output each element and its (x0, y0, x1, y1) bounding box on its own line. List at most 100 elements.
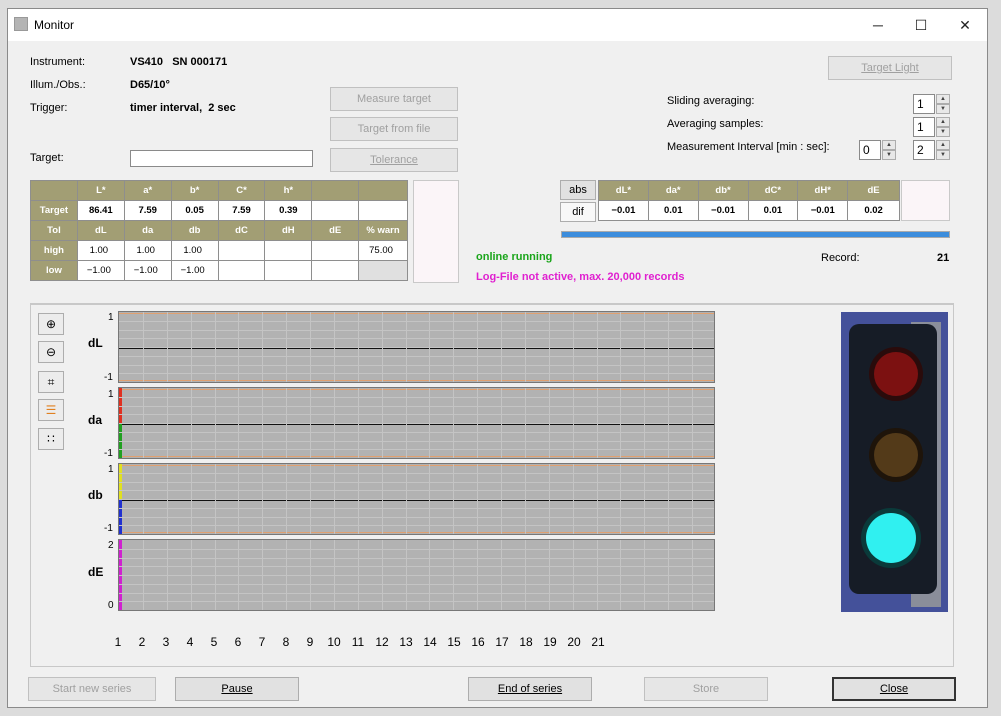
grid-line (119, 482, 714, 483)
db-ymin: -1 (104, 523, 113, 534)
table-cell: high (30, 240, 78, 261)
monitor-window: Monitor ─ ☐ ✕ Instrument: VS410 SN 00017… (7, 8, 988, 708)
target-from-file-button[interactable]: Target from file (330, 117, 458, 141)
table-cell[interactable] (217, 260, 266, 281)
grid-line (119, 347, 714, 348)
record-label: Record: (821, 252, 860, 264)
zoom-in-icon[interactable]: ⊕ (38, 313, 64, 335)
target-row: Target 86.41 7.59 0.05 7.59 0.39 (30, 200, 408, 221)
x-tick-label: 13 (399, 635, 413, 649)
table-cell: h* (264, 180, 313, 201)
table-cell[interactable]: 1.00 (123, 240, 172, 261)
tolerance-button[interactable]: Tolerance (330, 148, 458, 172)
table-cell[interactable]: 1.00 (170, 240, 219, 261)
table-cell: b* (170, 180, 219, 201)
spin-up-icon[interactable]: ▲ (936, 94, 950, 104)
upper-limit-line (119, 465, 714, 466)
averaging-samples-label: Averaging samples: (667, 118, 764, 130)
target-light-button[interactable]: Target Light (828, 56, 952, 80)
table-cell: % warn (358, 220, 408, 241)
table-cell: 0.01 (747, 200, 799, 221)
target-input[interactable] (130, 150, 313, 167)
x-tick-label: 15 (447, 635, 461, 649)
table-cell[interactable]: −1.00 (170, 260, 219, 281)
table-cell[interactable] (311, 260, 360, 281)
abs-button[interactable]: abs (560, 180, 596, 200)
zoom-out-icon[interactable]: ⊖ (38, 341, 64, 363)
low-row: low −1.00 −1.00 −1.00 (30, 260, 408, 281)
grid-line (119, 406, 714, 407)
x-tick-label: 8 (282, 635, 290, 649)
table-cell: da* (647, 180, 699, 201)
table-cell: dL* (598, 180, 649, 201)
table-cell[interactable]: 1.00 (76, 240, 125, 261)
spin-up-icon[interactable]: ▲ (936, 117, 950, 127)
table-cell[interactable] (264, 260, 313, 281)
progress-bar (561, 231, 950, 238)
spin-down-icon[interactable]: ▼ (936, 127, 950, 137)
table-cell[interactable]: 75.00 (358, 240, 408, 261)
interval-min-value[interactable]: 0 (859, 140, 881, 160)
zero-line (119, 424, 714, 425)
table-cell: Target (30, 200, 78, 221)
grid-line (119, 508, 714, 509)
table-cell[interactable] (311, 240, 360, 261)
dots-icon[interactable]: ∷ (38, 428, 64, 450)
da-ymin: -1 (104, 448, 113, 459)
minimize-button[interactable]: ─ (855, 9, 901, 41)
tol-header-row: Tol dL da db dC dH dE % warn (30, 220, 408, 241)
spin-up-icon[interactable]: ▲ (882, 140, 896, 150)
grid-line (119, 373, 714, 374)
grid-line (119, 432, 714, 433)
lines-icon[interactable]: ☰ (38, 399, 64, 421)
store-button[interactable]: Store (644, 677, 768, 701)
start-new-series-button[interactable]: Start new series (28, 677, 156, 701)
crop-icon[interactable]: ⌗ (38, 371, 64, 393)
lower-limit-line (119, 380, 714, 381)
spin-up-icon[interactable]: ▲ (936, 140, 950, 150)
x-tick-label: 20 (567, 635, 581, 649)
table-cell[interactable]: −1.00 (123, 260, 172, 281)
table-cell[interactable] (264, 240, 313, 261)
pause-button[interactable]: Pause (175, 677, 299, 701)
table-cell[interactable] (217, 240, 266, 261)
table-cell: −0.01 (797, 200, 849, 221)
maximize-button[interactable]: ☐ (898, 9, 944, 41)
sliding-averaging-value[interactable]: 1 (913, 94, 935, 114)
table-cell: L* (76, 180, 125, 201)
table-cell: db* (697, 180, 749, 201)
grid-line (119, 338, 714, 339)
close-button[interactable]: Close (832, 677, 956, 701)
x-tick-label: 16 (471, 635, 485, 649)
interval-sec-value[interactable]: 2 (913, 140, 935, 160)
grid-line (119, 356, 714, 357)
traffic-light-image (841, 312, 948, 612)
online-status: online running (476, 251, 553, 263)
grid-line (119, 558, 714, 559)
spin-down-icon[interactable]: ▼ (936, 104, 950, 114)
illum-label: Illum./Obs.: (30, 79, 86, 91)
table-cell (358, 260, 408, 281)
de-ymax: 2 (108, 540, 114, 551)
table-cell: dE (847, 180, 900, 201)
db-ymax: 1 (108, 464, 114, 475)
close-window-button[interactable]: ✕ (942, 9, 988, 41)
table-cell: dL (76, 220, 125, 241)
spin-down-icon[interactable]: ▼ (936, 150, 950, 160)
de-ymin: 0 (108, 600, 114, 611)
table-cell[interactable]: −1.00 (76, 260, 125, 281)
dif-button[interactable]: dif (560, 202, 596, 222)
grid-line (119, 449, 714, 450)
table-cell: dE (311, 220, 360, 241)
spin-down-icon[interactable]: ▼ (882, 150, 896, 160)
averaging-samples-value[interactable]: 1 (913, 117, 935, 137)
table-cell (358, 200, 408, 221)
table-cell (30, 180, 78, 201)
x-tick-label: 18 (519, 635, 533, 649)
app-icon (14, 17, 28, 31)
end-of-series-button[interactable]: End of series (468, 677, 592, 701)
measure-target-button[interactable]: Measure target (330, 87, 458, 111)
grid-line (119, 584, 714, 585)
upper-limit-line (119, 313, 714, 314)
da-plot-title: da (88, 413, 103, 427)
